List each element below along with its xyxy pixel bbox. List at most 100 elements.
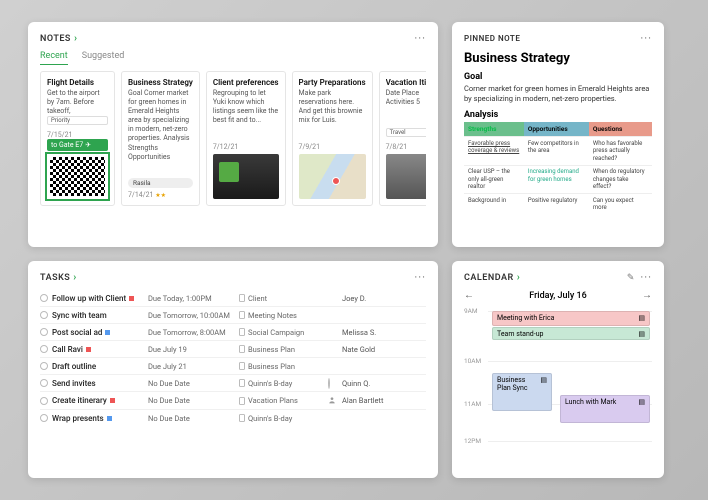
calendar-event[interactable]: Lunch with Mark▤: [560, 395, 650, 423]
note-date: 7/12/21: [213, 143, 279, 151]
hour-label: 9AM: [464, 307, 478, 315]
note-card[interactable]: Vacation Iti Date Place Activities 5 Tra…: [379, 71, 426, 206]
calendar-nav: ← Friday, July 16 →: [464, 290, 652, 301]
note-link-icon[interactable]: ▤: [638, 398, 645, 406]
tasks-title[interactable]: TASKS ›: [40, 272, 77, 283]
flag-icon: [105, 330, 110, 335]
note-body: Regrouping to let Yuki know which listin…: [213, 89, 279, 140]
notes-header: NOTES › ···: [40, 32, 426, 45]
task-reference[interactable]: Client: [238, 294, 328, 303]
task-row[interactable]: Create itinerary No Due Date Vacation Pl…: [40, 391, 426, 409]
note-date: 7/14/21: [128, 191, 153, 199]
task-checkbox[interactable]: [40, 345, 48, 353]
more-icon[interactable]: ···: [414, 271, 426, 284]
task-name: Post social ad: [52, 328, 148, 337]
star-icon: ★★: [155, 192, 166, 199]
task-checkbox[interactable]: [40, 379, 48, 387]
task-due: Due July 19: [148, 345, 238, 354]
note-icon: [238, 397, 246, 405]
flag-icon: [110, 398, 115, 403]
user-tag: Rasila: [128, 178, 193, 188]
note-card[interactable]: Party Preparations Make park reservation…: [292, 71, 373, 206]
task-checkbox[interactable]: [40, 362, 48, 370]
task-reference[interactable]: Quinn's B-day: [238, 414, 328, 423]
calendar-event[interactable]: Team stand-up▤: [492, 327, 650, 340]
task-checkbox[interactable]: [40, 294, 48, 302]
task-reference[interactable]: Meeting Notes: [238, 311, 328, 320]
map-thumbnail: [299, 154, 366, 199]
prev-day-button[interactable]: ←: [464, 290, 474, 301]
goal-text: Corner market for green homes in Emerald…: [464, 84, 652, 104]
task-row[interactable]: Call Ravi Due July 19 Business Plan Nate…: [40, 340, 426, 357]
note-card[interactable]: Flight Details Get to the airport by 7am…: [40, 71, 115, 206]
task-avatar: [328, 379, 342, 388]
task-reference[interactable]: Quinn's B-day: [238, 379, 328, 388]
task-checkbox[interactable]: [40, 328, 48, 336]
note-tag: Priority: [47, 116, 108, 125]
note-title: Vacation Iti: [386, 78, 426, 87]
calendar-title[interactable]: CALENDAR ›: [464, 272, 520, 283]
notes-title-text: NOTES: [40, 34, 71, 44]
task-name: Wrap presents: [52, 414, 148, 423]
note-thumbnail: [213, 154, 279, 199]
note-link-icon[interactable]: ▤: [638, 330, 645, 338]
task-name: Sync with team: [52, 311, 148, 320]
task-name: Follow up with Client: [52, 294, 148, 303]
note-card[interactable]: Business Strategy Goal Corner market for…: [121, 71, 200, 206]
task-assignee: Quinn Q.: [342, 379, 426, 388]
next-day-button[interactable]: →: [642, 290, 652, 301]
task-assignee: Joey D.: [342, 294, 426, 303]
calendar-event[interactable]: Business Plan Sync▤: [492, 373, 552, 411]
note-link-icon[interactable]: ▤: [540, 376, 547, 384]
pinned-panel: PINNED NOTE ··· Business Strategy Goal C…: [452, 22, 664, 247]
calendar-edit-icon[interactable]: ✎: [627, 273, 635, 283]
task-name: Send invites: [52, 379, 148, 388]
col-strengths: Strengths: [464, 122, 524, 137]
tasks-title-text: TASKS: [40, 273, 70, 283]
note-link-icon[interactable]: ▤: [638, 314, 645, 322]
note-title: Client preferences: [213, 78, 279, 87]
flag-icon: [86, 347, 91, 352]
gate-badge: to Gate E7 ✈: [47, 139, 108, 151]
note-card[interactable]: Client preferences Regrouping to let Yuk…: [206, 71, 286, 206]
notes-title[interactable]: NOTES ›: [40, 33, 77, 44]
more-icon[interactable]: ···: [414, 32, 426, 45]
task-row[interactable]: Wrap presents No Due Date Quinn's B-day: [40, 409, 426, 426]
task-checkbox[interactable]: [40, 414, 48, 422]
note-icon: [238, 294, 246, 302]
qr-code-icon: [47, 154, 108, 199]
task-due: Due July 21: [148, 362, 238, 371]
task-checkbox[interactable]: [40, 397, 48, 405]
task-row[interactable]: Draft outline Due July 21 Business Plan: [40, 357, 426, 374]
calendar-header: CALENDAR › ✎ ···: [464, 271, 652, 284]
chevron-right-icon: ›: [517, 272, 521, 283]
note-icon: [238, 414, 246, 422]
task-reference[interactable]: Social Campaign: [238, 328, 328, 337]
task-due: No Due Date: [148, 379, 238, 388]
task-name: Draft outline: [52, 362, 148, 371]
task-reference[interactable]: Business Plan: [238, 362, 328, 371]
task-due: No Due Date: [148, 414, 238, 423]
task-row[interactable]: Send invites No Due Date Quinn's B-day Q…: [40, 374, 426, 391]
chevron-right-icon: ›: [73, 272, 77, 283]
note-date: 7/8/21: [386, 143, 426, 151]
calendar-event[interactable]: Meeting with Erica▤: [492, 311, 650, 326]
note-body: Make park reservations here. And get thi…: [299, 89, 366, 140]
task-row[interactable]: Post social ad Due Tomorrow, 8:00AM Soci…: [40, 323, 426, 340]
task-row[interactable]: Sync with team Due Tomorrow, 10:00AM Mee…: [40, 306, 426, 323]
note-title: Flight Details: [47, 78, 108, 87]
task-row[interactable]: Follow up with Client Due Today, 1:00PM …: [40, 290, 426, 306]
task-reference[interactable]: Vacation Plans: [238, 396, 328, 405]
task-name: Call Ravi: [52, 345, 148, 354]
calendar-panel: CALENDAR › ✎ ··· ← Friday, July 16 → 9AM…: [452, 261, 664, 478]
tab-recent[interactable]: Recent: [40, 51, 68, 65]
calendar-title-text: CALENDAR: [464, 273, 514, 283]
task-checkbox[interactable]: [40, 311, 48, 319]
more-icon[interactable]: ···: [640, 271, 652, 284]
hour-label: 10AM: [464, 357, 481, 365]
note-tag: Travel: [386, 128, 426, 137]
task-reference[interactable]: Business Plan: [238, 345, 328, 354]
tab-suggested[interactable]: Suggested: [82, 51, 125, 65]
note-icon: [238, 362, 246, 370]
more-icon[interactable]: ···: [640, 32, 652, 45]
